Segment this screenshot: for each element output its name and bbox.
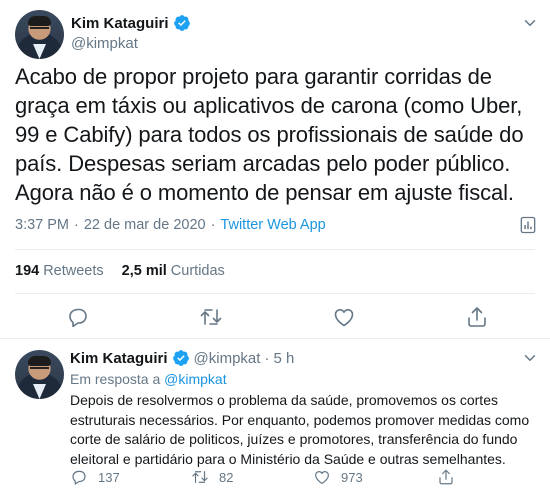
reply-author-row: Kim Kataguiri @kimpkat · 5 h: [70, 349, 294, 367]
tweet-text: Acabo de propor projeto para garantir co…: [15, 64, 524, 205]
retweet-button[interactable]: [199, 305, 223, 329]
tweet-date[interactable]: 22 de mar de 2020: [84, 217, 206, 233]
reply-context-mention[interactable]: @kimpkat: [164, 371, 226, 387]
reply-share-button[interactable]: [437, 468, 455, 486]
reply-time[interactable]: 5 h: [273, 350, 294, 367]
retweet-icon: [192, 471, 208, 483]
like-button[interactable]: [332, 305, 356, 329]
reply-reply-button[interactable]: 137: [70, 468, 120, 486]
reply-separator: ·: [264, 349, 270, 367]
reply-count: 137: [98, 469, 120, 485]
retweets-count: 194: [15, 263, 40, 279]
divider: [15, 293, 535, 294]
reply-context: Em resposta a @kimpkat: [70, 371, 227, 387]
analytics-icon[interactable]: [518, 215, 538, 235]
like-icon: [334, 309, 354, 327]
retweets-label: Retweets: [43, 263, 104, 279]
chevron-down-icon[interactable]: [521, 14, 539, 32]
tweet-actions: [0, 305, 550, 333]
verified-badge-icon: [173, 15, 190, 31]
share-button[interactable]: [465, 305, 489, 329]
author-handle-row: @kimpkat: [71, 35, 138, 52]
author-handle[interactable]: @kimpkat: [71, 35, 138, 52]
chevron-down-icon[interactable]: [521, 349, 539, 367]
likes-count: 2,5 mil: [121, 263, 167, 279]
reply-context-prefix: Em resposta a: [70, 371, 161, 387]
likes-label: Curtidas: [170, 263, 225, 279]
reply-actions: 137 82 973: [70, 468, 540, 488]
reply-author-name[interactable]: Kim Kataguiri: [70, 350, 168, 367]
reply-author-avatar[interactable]: [15, 350, 64, 399]
reply-author-handle[interactable]: @kimpkat: [194, 350, 261, 367]
meta-separator: ·: [74, 217, 79, 233]
reply-text: Depois de resolvermos o problema da saúd…: [70, 392, 530, 467]
reply-button[interactable]: [66, 305, 90, 329]
tweet-meta: 3:37 PM · 22 de mar de 2020 · Twitter We…: [15, 217, 326, 233]
like-icon: [315, 471, 329, 484]
tweet-stats: 194 Retweets 2,5 mil Curtidas: [15, 263, 225, 279]
author-display-name[interactable]: Kim Kataguiri: [71, 15, 169, 32]
reply-like-button[interactable]: 973: [313, 468, 363, 486]
author-avatar[interactable]: [15, 10, 64, 59]
author-name-row[interactable]: Kim Kataguiri: [71, 14, 191, 32]
reply-retweet-button[interactable]: 82: [191, 468, 233, 486]
retweets-stat[interactable]: 194 Retweets: [15, 263, 104, 279]
tweet-source[interactable]: Twitter Web App: [220, 217, 325, 233]
reply-icon: [69, 308, 87, 328]
reply-icon: [72, 470, 86, 485]
share-icon: [439, 469, 453, 485]
reply-tweet[interactable]: Kim Kataguiri @kimpkat · 5 h Em resposta…: [0, 338, 550, 492]
divider: [15, 249, 535, 250]
retweet-count: 82: [219, 469, 234, 485]
verified-badge-icon: [172, 350, 189, 366]
likes-stat[interactable]: 2,5 mil Curtidas: [122, 263, 225, 279]
share-icon: [468, 307, 486, 327]
retweet-icon: [200, 309, 222, 325]
like-count: 973: [341, 469, 363, 485]
tweet-time[interactable]: 3:37 PM: [15, 217, 69, 233]
meta-separator: ·: [210, 217, 216, 233]
